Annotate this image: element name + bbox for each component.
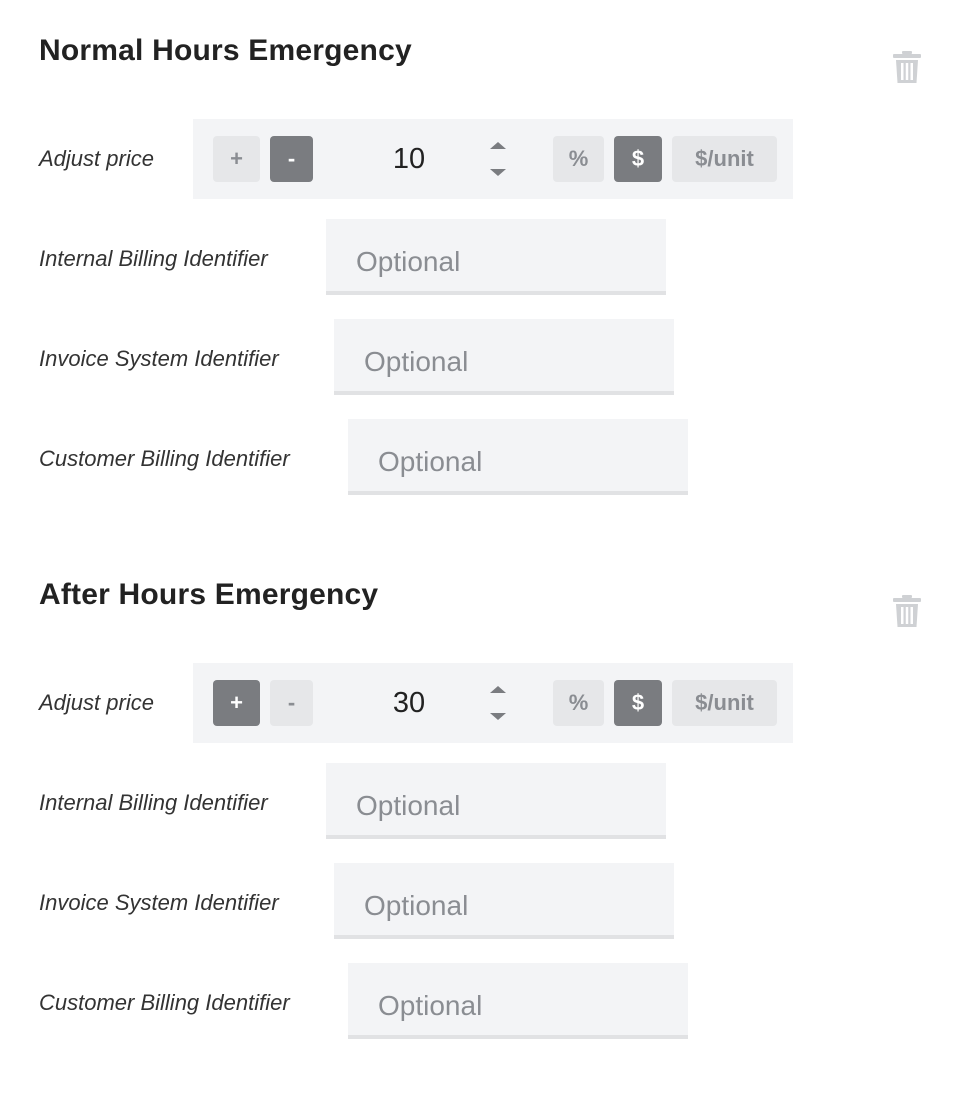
price-adjuster: + - 30 % $ $/unit: [193, 663, 793, 743]
price-value-input[interactable]: 10: [363, 139, 455, 179]
adjust-price-label: Adjust price: [39, 690, 154, 715]
customer-billing-input[interactable]: [348, 963, 688, 1039]
value-stepper[interactable]: [487, 139, 509, 179]
delete-section-button[interactable]: [891, 49, 923, 85]
percent-unit-button[interactable]: %: [553, 680, 604, 726]
trash-icon: [893, 595, 921, 627]
delete-section-button[interactable]: [891, 593, 923, 629]
dollar-unit-button[interactable]: $: [614, 136, 662, 182]
minus-button[interactable]: -: [270, 136, 313, 182]
customer-billing-label: Customer Billing Identifier: [39, 446, 290, 471]
pricing-section-normal-hours: Normal Hours Emergency Adjust price + - …: [0, 0, 962, 544]
invoice-system-label: Invoice System Identifier: [39, 890, 279, 915]
up-down-arrows-icon: [490, 142, 506, 176]
trash-icon: [893, 51, 921, 83]
section-title: Normal Hours Emergency: [39, 34, 412, 67]
per-unit-button[interactable]: $/unit: [672, 680, 777, 726]
value-stepper[interactable]: [487, 683, 509, 723]
adjust-price-label: Adjust price: [39, 146, 154, 171]
internal-billing-input[interactable]: [326, 219, 666, 295]
customer-billing-input[interactable]: [348, 419, 688, 495]
dollar-unit-button[interactable]: $: [614, 680, 662, 726]
plus-button[interactable]: +: [213, 136, 260, 182]
minus-button[interactable]: -: [270, 680, 313, 726]
internal-billing-label: Internal Billing Identifier: [39, 790, 268, 815]
section-title: After Hours Emergency: [39, 578, 379, 611]
up-down-arrows-icon: [490, 686, 506, 720]
internal-billing-input[interactable]: [326, 763, 666, 839]
price-value-input[interactable]: 30: [363, 683, 455, 723]
invoice-system-input[interactable]: [334, 319, 674, 395]
per-unit-button[interactable]: $/unit: [672, 136, 777, 182]
pricing-section-after-hours: After Hours Emergency Adjust price + - 3…: [0, 544, 962, 1088]
internal-billing-label: Internal Billing Identifier: [39, 246, 268, 271]
plus-button[interactable]: +: [213, 680, 260, 726]
customer-billing-label: Customer Billing Identifier: [39, 990, 290, 1015]
percent-unit-button[interactable]: %: [553, 136, 604, 182]
invoice-system-input[interactable]: [334, 863, 674, 939]
invoice-system-label: Invoice System Identifier: [39, 346, 279, 371]
price-adjuster: + - 10 % $ $/unit: [193, 119, 793, 199]
